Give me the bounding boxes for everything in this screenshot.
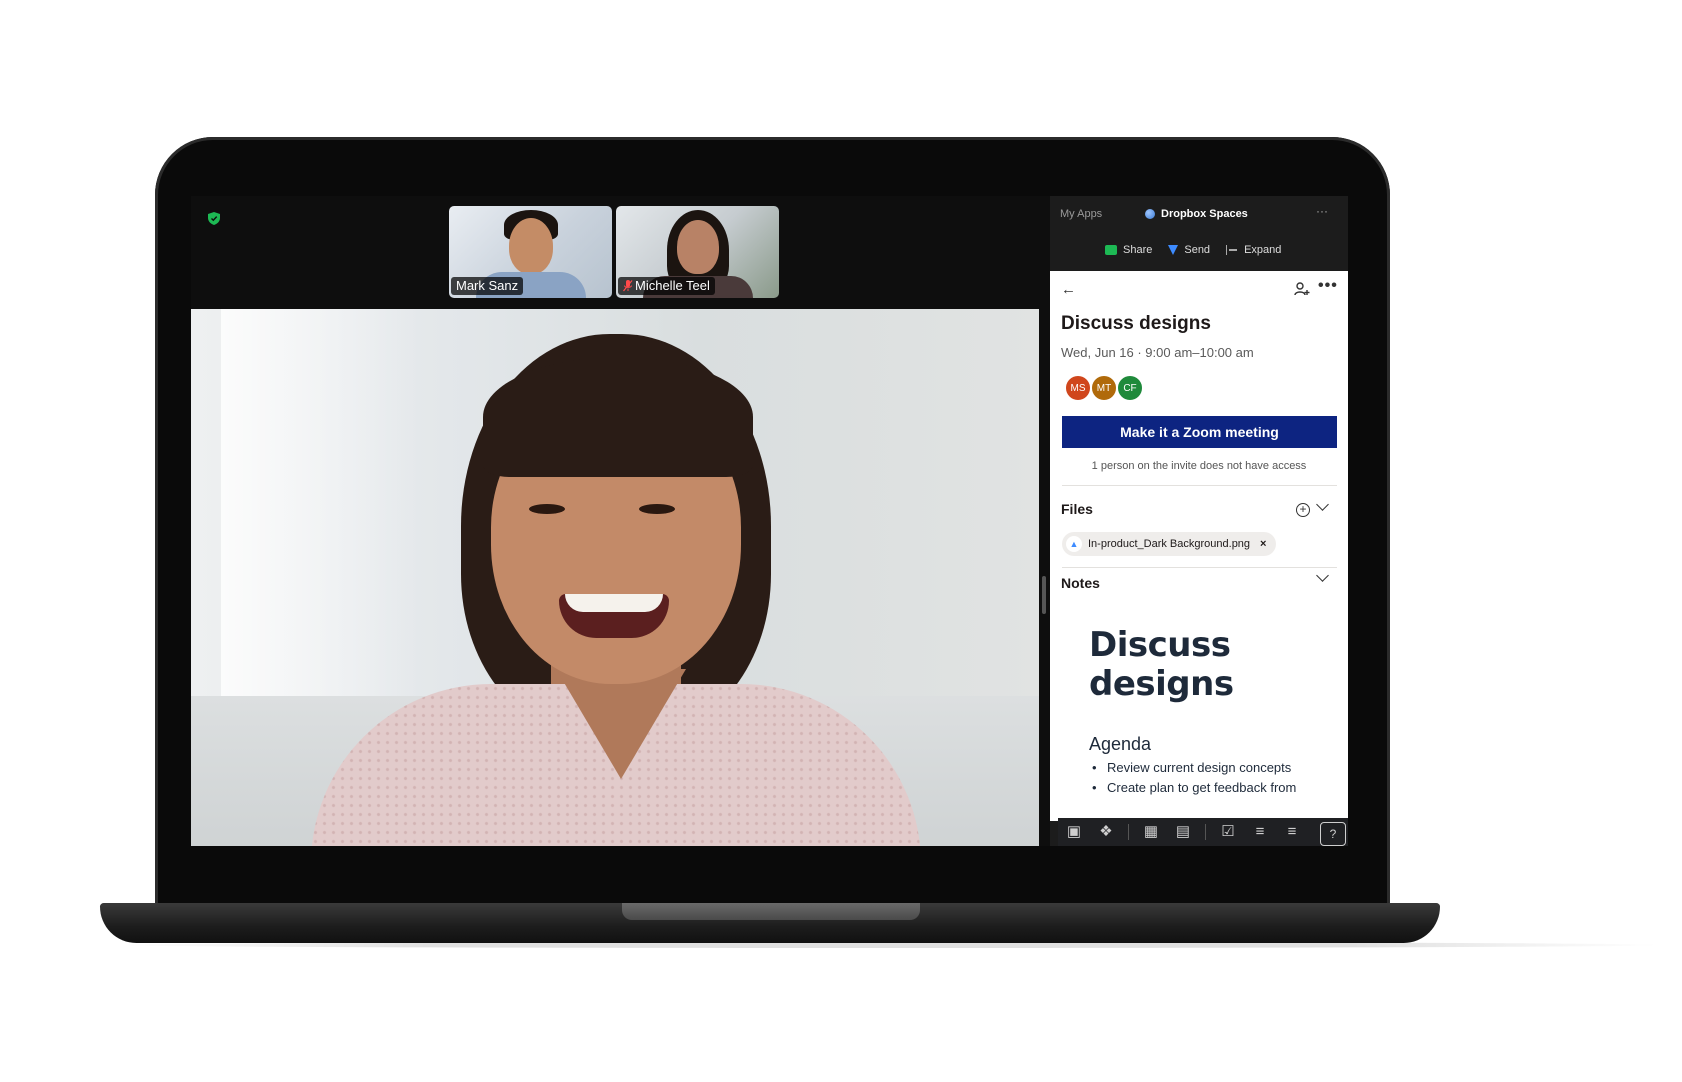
participant-tile-michelle-teel[interactable]: Michelle Teel bbox=[616, 206, 779, 298]
agenda-item[interactable]: Create plan to get feedback from bbox=[1089, 780, 1296, 795]
calendar-icon[interactable]: ▤ bbox=[1173, 824, 1193, 840]
panel-actions: Share Send Expand bbox=[1105, 244, 1281, 256]
laptop-notch bbox=[622, 903, 920, 920]
app-title[interactable]: Dropbox Spaces bbox=[1145, 208, 1248, 220]
notes-heading[interactable]: Discuss designs bbox=[1089, 626, 1234, 704]
event-title: Discuss designs bbox=[1061, 313, 1211, 334]
bullet-list-icon[interactable]: ≡ bbox=[1250, 824, 1270, 840]
speaker-teeth bbox=[565, 594, 663, 612]
event-time: Wed, Jun 16 · 9:00 am–10:00 am bbox=[1061, 345, 1254, 360]
expand-button[interactable]: Expand bbox=[1226, 244, 1281, 256]
expand-icon bbox=[1226, 245, 1238, 255]
dropbox-spaces-icon bbox=[1145, 209, 1155, 219]
add-person-icon[interactable] bbox=[1294, 281, 1310, 297]
send-label: Send bbox=[1184, 244, 1211, 256]
participant-name-tag: Mark Sanz bbox=[451, 277, 524, 295]
agenda-list: Review current design concepts Create pl… bbox=[1089, 760, 1296, 800]
speaker-mouth bbox=[559, 594, 669, 638]
share-button[interactable]: Share bbox=[1105, 244, 1152, 256]
make-zoom-meeting-button[interactable]: Make it a Zoom meeting bbox=[1062, 416, 1337, 448]
zoom-meeting-screen: Mark Sanz Michelle Teel My Apps Dropbox … bbox=[191, 196, 1348, 846]
share-label: Share bbox=[1123, 244, 1153, 256]
table-icon[interactable]: ▦ bbox=[1141, 824, 1161, 840]
speaker-eye-left bbox=[529, 504, 565, 514]
apps-side-panel: My Apps Dropbox Spaces ··· Share Send Ex… bbox=[1050, 196, 1348, 846]
speaker-neckline bbox=[556, 669, 686, 779]
access-note: 1 person on the invite does not have acc… bbox=[1091, 460, 1307, 472]
toolbar-separator bbox=[1205, 824, 1206, 840]
numbered-list-icon[interactable]: ≡ bbox=[1282, 824, 1302, 840]
apps-panel-header: My Apps Dropbox Spaces ··· Share Send Ex… bbox=[1050, 196, 1348, 271]
divider bbox=[1062, 485, 1337, 486]
file-chip[interactable]: ▲ In-product_Dark Background.png × bbox=[1062, 532, 1277, 556]
participant-name: Michelle Teel bbox=[635, 278, 710, 293]
participant-name-tag: Michelle Teel bbox=[618, 277, 715, 295]
dropbox-icon[interactable]: ❖ bbox=[1096, 824, 1116, 840]
notes-section-label: Notes bbox=[1061, 575, 1100, 591]
divider bbox=[1062, 567, 1337, 568]
notes-toolbar: ▣ ❖ ▦ ▤ ☑ ≡ ≡ ? bbox=[1058, 818, 1348, 846]
notes-chevron-down-icon[interactable] bbox=[1316, 569, 1329, 582]
send-button[interactable]: Send bbox=[1168, 244, 1210, 256]
more-options-icon[interactable]: ••• bbox=[1318, 277, 1338, 295]
new-space-icon[interactable]: ▣ bbox=[1064, 824, 1084, 840]
panel-resize-handle[interactable] bbox=[1042, 576, 1046, 614]
file-name: In-product_Dark Background.png bbox=[1088, 538, 1251, 550]
avatar[interactable]: MT bbox=[1090, 374, 1118, 402]
avatar[interactable]: CF bbox=[1116, 374, 1144, 402]
checkbox-icon[interactable]: ☑ bbox=[1218, 824, 1238, 840]
participant-face bbox=[508, 218, 553, 274]
speaker-eye-right bbox=[639, 504, 675, 514]
security-shield-icon[interactable] bbox=[208, 212, 220, 225]
image-file-icon: ▲ bbox=[1066, 536, 1082, 552]
participant-name: Mark Sanz bbox=[456, 278, 519, 293]
expand-label: Expand bbox=[1244, 244, 1282, 256]
app-title-label: Dropbox Spaces bbox=[1161, 208, 1248, 220]
back-arrow-icon[interactable]: ← bbox=[1061, 281, 1076, 298]
files-chevron-down-icon[interactable] bbox=[1316, 498, 1329, 511]
active-speaker-video[interactable] bbox=[191, 309, 1039, 846]
help-icon[interactable]: ? bbox=[1320, 822, 1346, 846]
send-icon bbox=[1168, 245, 1179, 255]
background-window-light bbox=[221, 309, 421, 709]
remove-file-icon[interactable]: × bbox=[1260, 538, 1266, 550]
my-apps-link[interactable]: My Apps bbox=[1060, 208, 1102, 220]
agenda-item[interactable]: Review current design concepts bbox=[1089, 760, 1296, 775]
files-section-label: Files bbox=[1061, 501, 1093, 517]
agenda-heading[interactable]: Agenda bbox=[1089, 734, 1151, 755]
attendee-avatars: MS MT CF bbox=[1064, 374, 1144, 402]
avatar[interactable]: MS bbox=[1064, 374, 1092, 402]
add-file-icon[interactable]: + bbox=[1296, 503, 1310, 517]
participant-tile-mark-sanz[interactable]: Mark Sanz bbox=[449, 206, 612, 298]
event-details-panel: ← ••• Discuss designs Wed, Jun 16 · 9:00… bbox=[1050, 271, 1348, 821]
share-icon bbox=[1105, 245, 1117, 255]
mic-muted-icon bbox=[623, 279, 633, 291]
notes-heading-line: Discuss bbox=[1089, 625, 1231, 665]
toolbar-separator bbox=[1128, 824, 1129, 840]
header-more-button[interactable]: ··· bbox=[1316, 204, 1328, 218]
participant-face bbox=[676, 220, 719, 274]
speaker-hair-fringe bbox=[483, 357, 753, 477]
notes-heading-line: designs bbox=[1089, 664, 1234, 704]
